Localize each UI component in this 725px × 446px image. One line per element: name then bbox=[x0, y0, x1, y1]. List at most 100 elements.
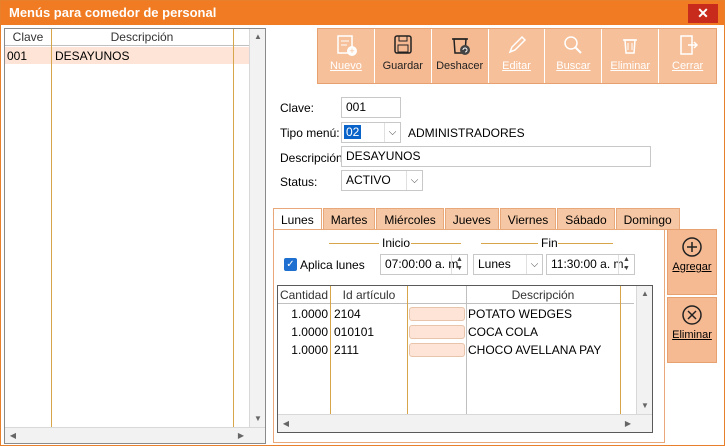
window-title: Menús para comedor de personal bbox=[9, 5, 217, 20]
fin-time-spinner[interactable]: ▲ ▼ bbox=[618, 255, 634, 274]
cell-descripcion: POTATO WEDGES bbox=[468, 307, 573, 321]
save-icon bbox=[394, 35, 412, 54]
title-bar: Menús para comedor de personal ✕ bbox=[1, 1, 724, 25]
column-header-id-articulo[interactable]: Id artículo bbox=[331, 288, 407, 302]
tab-viernes[interactable]: Viernes bbox=[499, 208, 557, 230]
vertical-scrollbar[interactable]: ▲ ▼ bbox=[249, 29, 265, 427]
fin-time-value: 11:30:00 a. m. bbox=[551, 257, 627, 271]
column-header-clave[interactable]: Clave bbox=[5, 30, 51, 44]
list-item[interactable]: 001 DESAYUNOS bbox=[5, 47, 249, 64]
fin-group-line bbox=[558, 243, 613, 244]
edit-label: Editar bbox=[502, 60, 531, 72]
save-label: Guardar bbox=[382, 60, 423, 72]
new-button[interactable]: + Nuevo bbox=[318, 29, 375, 83]
menu-list[interactable]: Clave Descripción 001 DESAYUNOS ▲ ▼ ◀ ▶ bbox=[4, 28, 266, 444]
cell-cantidad: 1.0000 bbox=[291, 307, 328, 321]
tab-sabado[interactable]: Sábado bbox=[557, 208, 615, 230]
column-divider bbox=[51, 29, 52, 427]
scroll-left-icon[interactable]: ◀ bbox=[5, 428, 21, 444]
tab-miercoles[interactable]: Miércoles bbox=[376, 208, 444, 230]
new-document-icon: + bbox=[337, 35, 357, 56]
save-button[interactable]: Guardar bbox=[374, 29, 432, 83]
new-label: Nuevo bbox=[330, 60, 362, 72]
search-icon bbox=[564, 36, 583, 54]
table-row[interactable]: 1.0000 2104 POTATO WEDGES bbox=[278, 305, 634, 323]
fin-day-value: Lunes bbox=[478, 257, 511, 271]
column-divider bbox=[233, 29, 234, 427]
fin-day-select[interactable]: Lunes ⌵ bbox=[473, 254, 543, 275]
search-label: Buscar bbox=[556, 60, 591, 72]
exit-icon bbox=[679, 35, 698, 55]
cell-box[interactable] bbox=[409, 343, 465, 357]
inicio-group-title: Inicio bbox=[382, 236, 411, 250]
svg-text:+: + bbox=[349, 46, 354, 56]
inicio-group-line bbox=[411, 243, 461, 244]
fin-group-line bbox=[481, 243, 538, 244]
status-select[interactable]: ACTIVO ⌵ bbox=[341, 170, 423, 191]
undo-label: Deshacer bbox=[436, 60, 484, 72]
grid-horizontal-scrollbar[interactable]: ◀ ▶ bbox=[278, 414, 652, 432]
day-tabs: Lunes Martes Miércoles Jueves Viernes Sá… bbox=[273, 208, 681, 230]
tipo-menu-description: ADMINISTRADORES bbox=[408, 126, 525, 140]
remove-item-button[interactable]: Eliminar bbox=[667, 297, 717, 363]
chevron-down-icon[interactable]: ⌵ bbox=[384, 123, 400, 142]
cell-box[interactable] bbox=[409, 307, 465, 321]
scroll-right-icon[interactable]: ▶ bbox=[233, 428, 249, 444]
descripcion-value: DESAYUNOS bbox=[346, 149, 421, 163]
cell-id-articulo: 2111 bbox=[334, 343, 359, 357]
add-circle-icon bbox=[682, 237, 702, 257]
fin-time-field[interactable]: 11:30:00 a. m. ▲ ▼ bbox=[546, 254, 635, 275]
add-item-button[interactable]: Agregar bbox=[667, 229, 717, 295]
aplica-checkbox[interactable]: ✓ bbox=[284, 258, 297, 271]
scroll-left-icon[interactable]: ◀ bbox=[278, 416, 294, 432]
scroll-right-icon[interactable]: ▶ bbox=[620, 416, 636, 432]
chevron-down-icon[interactable]: ⌵ bbox=[406, 171, 422, 190]
clave-label: Clave: bbox=[280, 101, 315, 115]
column-header-descripcion[interactable]: Descripción bbox=[466, 288, 620, 302]
inicio-time-field[interactable]: 07:00:00 a. m. ▲ ▼ bbox=[380, 254, 468, 275]
tab-martes[interactable]: Martes bbox=[322, 208, 376, 230]
search-button[interactable]: Buscar bbox=[545, 29, 603, 83]
undo-button[interactable]: Deshacer bbox=[431, 29, 489, 83]
cell-box[interactable] bbox=[409, 325, 465, 339]
scroll-up-icon[interactable]: ▲ bbox=[637, 286, 653, 302]
clave-value: 001 bbox=[346, 100, 367, 114]
close-form-button[interactable]: Cerrar bbox=[659, 29, 716, 83]
inicio-group-line bbox=[329, 243, 379, 244]
clave-field[interactable]: 001 bbox=[341, 97, 401, 118]
horizontal-scrollbar[interactable]: ◀ ▶ bbox=[5, 427, 265, 443]
cell-cantidad: 1.0000 bbox=[291, 343, 328, 357]
close-button[interactable]: ✕ bbox=[688, 4, 718, 23]
table-row[interactable]: 1.0000 2111 CHOCO AVELLANA PAY bbox=[278, 341, 634, 359]
status-value: ACTIVO bbox=[346, 173, 391, 187]
tab-lunes[interactable]: Lunes bbox=[273, 208, 322, 230]
edit-button[interactable]: Editar bbox=[489, 29, 546, 83]
tipo-menu-select[interactable]: 02 ⌵ bbox=[341, 122, 401, 143]
tab-domingo[interactable]: Domingo bbox=[615, 208, 680, 230]
list-item-clave: 001 bbox=[7, 49, 28, 63]
close-icon: ✕ bbox=[697, 5, 709, 21]
scroll-up-icon[interactable]: ▲ bbox=[250, 29, 266, 45]
tab-jueves[interactable]: Jueves bbox=[444, 208, 499, 230]
scroll-down-icon[interactable]: ▼ bbox=[637, 398, 653, 414]
column-header-descripcion[interactable]: Descripción bbox=[52, 30, 232, 44]
remove-item-label: Eliminar bbox=[672, 329, 712, 341]
items-grid[interactable]: Cantidad Id artículo Descripción 1.0000 … bbox=[277, 285, 653, 433]
trash-icon bbox=[623, 39, 638, 54]
scroll-down-icon[interactable]: ▼ bbox=[250, 411, 266, 427]
column-header-cantidad[interactable]: Cantidad bbox=[278, 288, 330, 302]
menu-list-header: Clave Descripción bbox=[5, 29, 249, 46]
delete-button[interactable]: Eliminar bbox=[602, 29, 660, 83]
inicio-time-spinner[interactable]: ▲ ▼ bbox=[451, 255, 467, 274]
spin-down-icon: ▼ bbox=[456, 265, 463, 272]
grid-vertical-scrollbar[interactable]: ▲ ▼ bbox=[636, 286, 652, 414]
cell-descripcion: COCA COLA bbox=[468, 325, 539, 339]
tipo-menu-value: 02 bbox=[344, 125, 362, 139]
descripcion-field[interactable]: DESAYUNOS bbox=[341, 146, 651, 167]
list-item-descripcion: DESAYUNOS bbox=[55, 49, 130, 63]
table-row[interactable]: 1.0000 010101 COCA COLA bbox=[278, 323, 634, 341]
close-label: Cerrar bbox=[672, 60, 704, 72]
chevron-down-icon[interactable]: ⌵ bbox=[526, 255, 542, 274]
delete-label: Eliminar bbox=[610, 60, 651, 72]
aplica-label: Aplica lunes bbox=[300, 258, 365, 272]
